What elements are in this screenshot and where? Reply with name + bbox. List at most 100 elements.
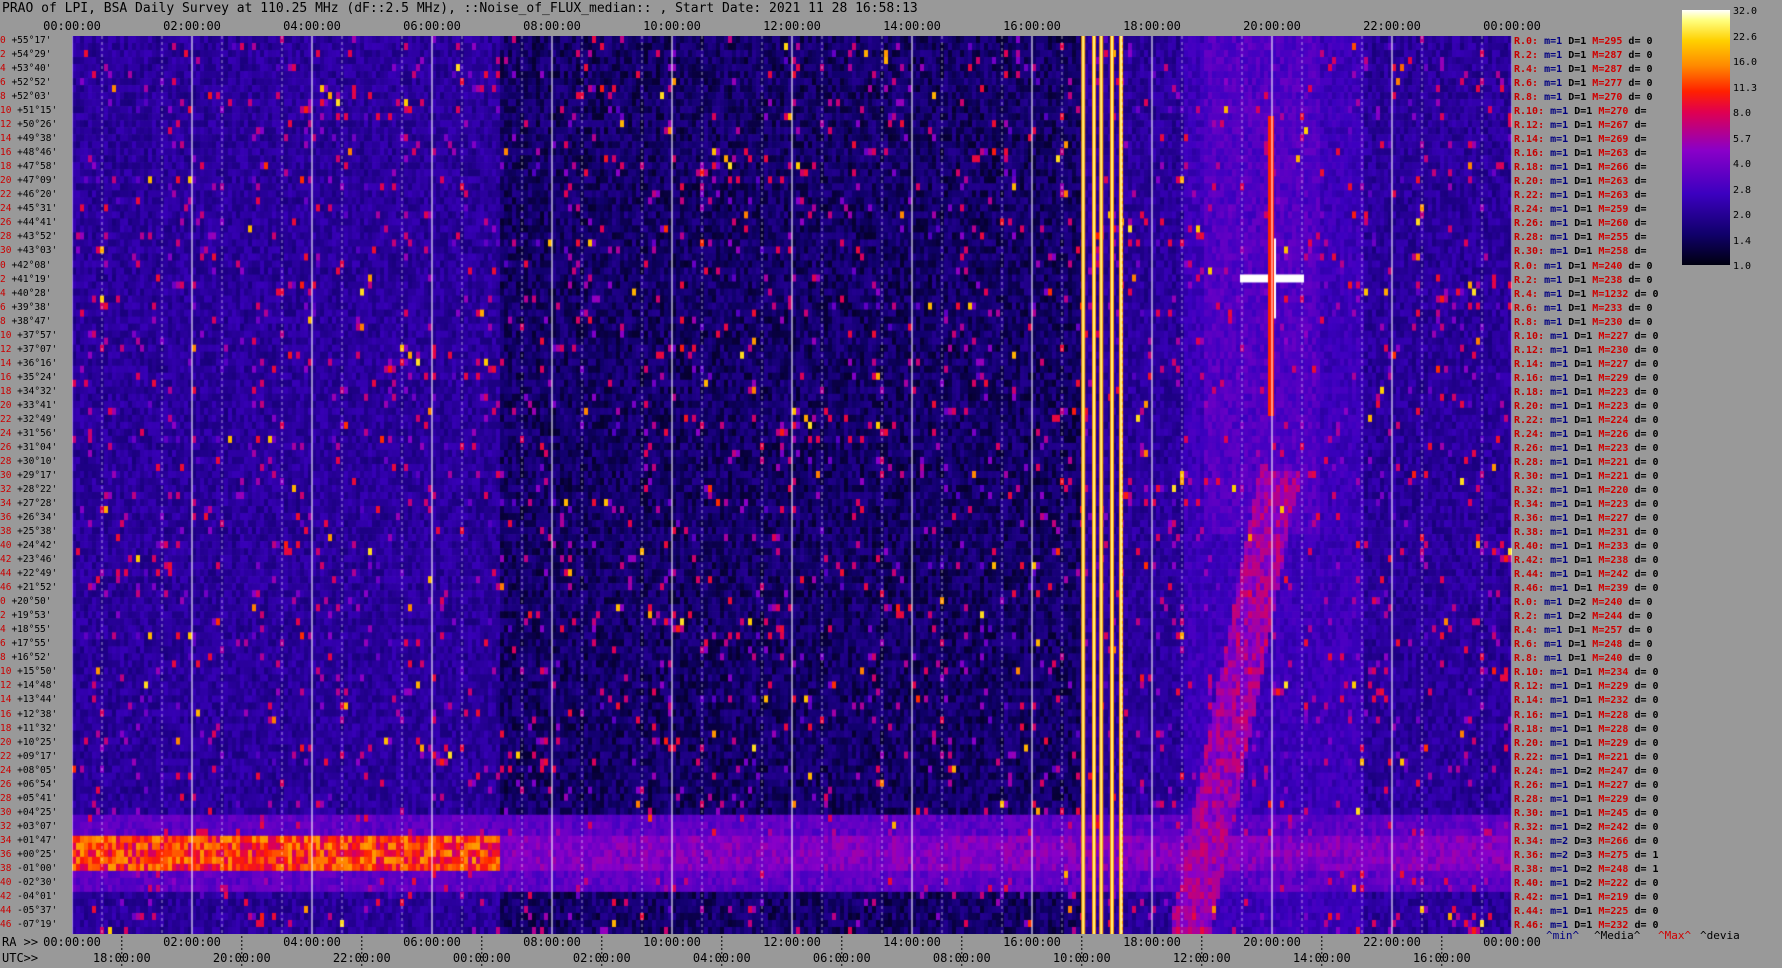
- stat-field: d= 0: [1634, 428, 1665, 440]
- beam-stat-row: R.24: m=1 D=1 M=259 d=: [1514, 203, 1653, 216]
- stat-field: M=234: [1598, 667, 1635, 679]
- beam-stat-row: R.18: m=1 D=1 M=266 d=: [1514, 161, 1653, 174]
- stat-field: m=1: [1544, 64, 1569, 76]
- beam-index: 4: [0, 63, 12, 75]
- declination-value: +50°26': [17, 119, 58, 131]
- beam-index: 14: [0, 357, 18, 369]
- stat-field: d= 0: [1628, 611, 1659, 623]
- stat-field: m=1: [1550, 456, 1575, 468]
- stat-field: R.16:: [1514, 372, 1551, 384]
- beam-stat-row: R.20: m=1 D=1 M=223 d= 0: [1514, 400, 1665, 413]
- stat-field: d= 0: [1628, 260, 1659, 272]
- stat-field: M=232: [1598, 695, 1635, 707]
- utc-axis-label: UTC>>: [2, 951, 38, 965]
- declination-value: +21°52': [17, 582, 58, 594]
- stat-field: D=1: [1568, 625, 1593, 637]
- beam-index: 44: [0, 568, 18, 580]
- stat-field: R.40:: [1514, 541, 1551, 553]
- stat-field: M=263: [1598, 148, 1635, 160]
- declination-value: +29°17': [17, 469, 58, 481]
- declination-label: 16 +35°24': [0, 372, 72, 383]
- stat-field: D=1: [1574, 513, 1599, 525]
- stat-field: D=1: [1574, 709, 1599, 721]
- ra-tick-label: 14:00:00: [883, 935, 941, 949]
- beam-stat-row: R.16: m=1 D=1 M=263 d=: [1514, 147, 1653, 160]
- declination-label: 34 +27°28': [0, 499, 72, 509]
- stat-field: d=: [1634, 106, 1653, 118]
- declination-label: 12 +50°26': [0, 120, 72, 130]
- stat-field: d=: [1634, 176, 1653, 188]
- beam-index: 30: [0, 806, 18, 818]
- stat-field: d= 0: [1634, 765, 1665, 777]
- stat-field: D=2: [1568, 597, 1593, 609]
- stat-field: R.44:: [1514, 569, 1551, 581]
- declination-value: +38°47': [11, 315, 52, 327]
- declination-value: +39°38': [11, 301, 52, 313]
- stat-field: d= 0: [1634, 877, 1665, 889]
- stat-field: M=221: [1598, 751, 1635, 763]
- colorbar-tick: 32.0: [1733, 6, 1758, 17]
- stat-field: d=: [1634, 204, 1653, 216]
- ra-tick-label: 08:00:00: [523, 935, 581, 949]
- stat-field: R.34:: [1514, 835, 1551, 847]
- declination-label: 26 +44°41': [0, 218, 72, 228]
- beam-index: 28: [0, 792, 18, 804]
- stat-field: M=229: [1598, 372, 1635, 384]
- declination-label: 4 +40°28': [0, 288, 72, 299]
- beam-stat-row: R.10: m=1 D=1 M=234 d= 0: [1514, 666, 1665, 679]
- stat-field: R.6:: [1514, 302, 1545, 314]
- beam-index: 0: [0, 259, 12, 271]
- stat-field: m=1: [1550, 723, 1575, 735]
- beam-index: 8: [0, 91, 12, 103]
- stat-field: R.2:: [1514, 274, 1545, 286]
- stat-field: D=1: [1568, 78, 1593, 90]
- stat-field: D=1: [1568, 274, 1593, 286]
- beam-stat-row: R.12: m=1 D=1 M=230 d= 0: [1514, 344, 1665, 357]
- stat-field: D=1: [1574, 470, 1599, 482]
- declination-value: +46°20': [17, 189, 58, 201]
- stat-field: D=1: [1574, 695, 1599, 707]
- beam-index: 46: [0, 582, 18, 594]
- stat-field: m=1: [1550, 176, 1575, 188]
- stat-field: M=229: [1598, 737, 1635, 749]
- stat-field: m=1: [1550, 695, 1575, 707]
- colorbar-tick: 2.0: [1733, 210, 1752, 221]
- stat-field: m=1: [1544, 653, 1569, 665]
- stat-field: M=238: [1592, 274, 1629, 286]
- stat-field: m=1: [1550, 162, 1575, 174]
- stat-field: m=1: [1544, 36, 1569, 47]
- stat-field: R.30:: [1514, 807, 1551, 819]
- beam-index: 40: [0, 876, 18, 888]
- top-tick-label: 12:00:00: [763, 19, 821, 33]
- stat-field: m=2: [1550, 849, 1575, 861]
- declination-value: +00°25': [17, 848, 58, 860]
- stat-field: m=1: [1550, 681, 1575, 693]
- beam-index: 22: [0, 750, 18, 762]
- stat-field: M=287: [1592, 64, 1629, 76]
- stat-field: R.28:: [1514, 793, 1551, 805]
- stat-field: R.12:: [1514, 120, 1551, 132]
- stat-field: D=1: [1574, 723, 1599, 735]
- beam-stat-row: R.2: m=1 D=2 M=244 d= 0: [1514, 610, 1659, 623]
- declination-label: 24 +08°05': [0, 765, 72, 776]
- beam-index: 42: [0, 554, 18, 566]
- beam-stat-row: R.28: m=1 D=1 M=229 d= 0: [1514, 793, 1665, 806]
- stat-field: D=1: [1568, 64, 1593, 76]
- declination-value: +13°44': [17, 694, 58, 706]
- stat-field: M=221: [1598, 456, 1635, 468]
- beam-stat-row: R.14: m=1 D=1 M=269 d=: [1514, 133, 1653, 146]
- colorbar-tick: 16.0: [1733, 57, 1758, 68]
- stat-field: m=1: [1544, 260, 1569, 272]
- stat-field: d= 0: [1634, 400, 1665, 412]
- beam-index: 4: [0, 624, 12, 636]
- stat-field: m=1: [1544, 78, 1569, 90]
- stat-field: m=1: [1550, 765, 1575, 777]
- stat-field: D=1: [1568, 639, 1593, 651]
- colorbar-tick: 1.4: [1733, 235, 1752, 247]
- declination-label: 14 +36°16': [0, 357, 72, 369]
- legend-max: ^Max^: [1658, 929, 1692, 942]
- declination-label: 38 +25°38': [0, 527, 72, 537]
- stat-field: M=266: [1598, 162, 1635, 174]
- declination-label: 10 +37°57': [0, 330, 72, 341]
- declination-label: 24 +31°56': [0, 428, 72, 439]
